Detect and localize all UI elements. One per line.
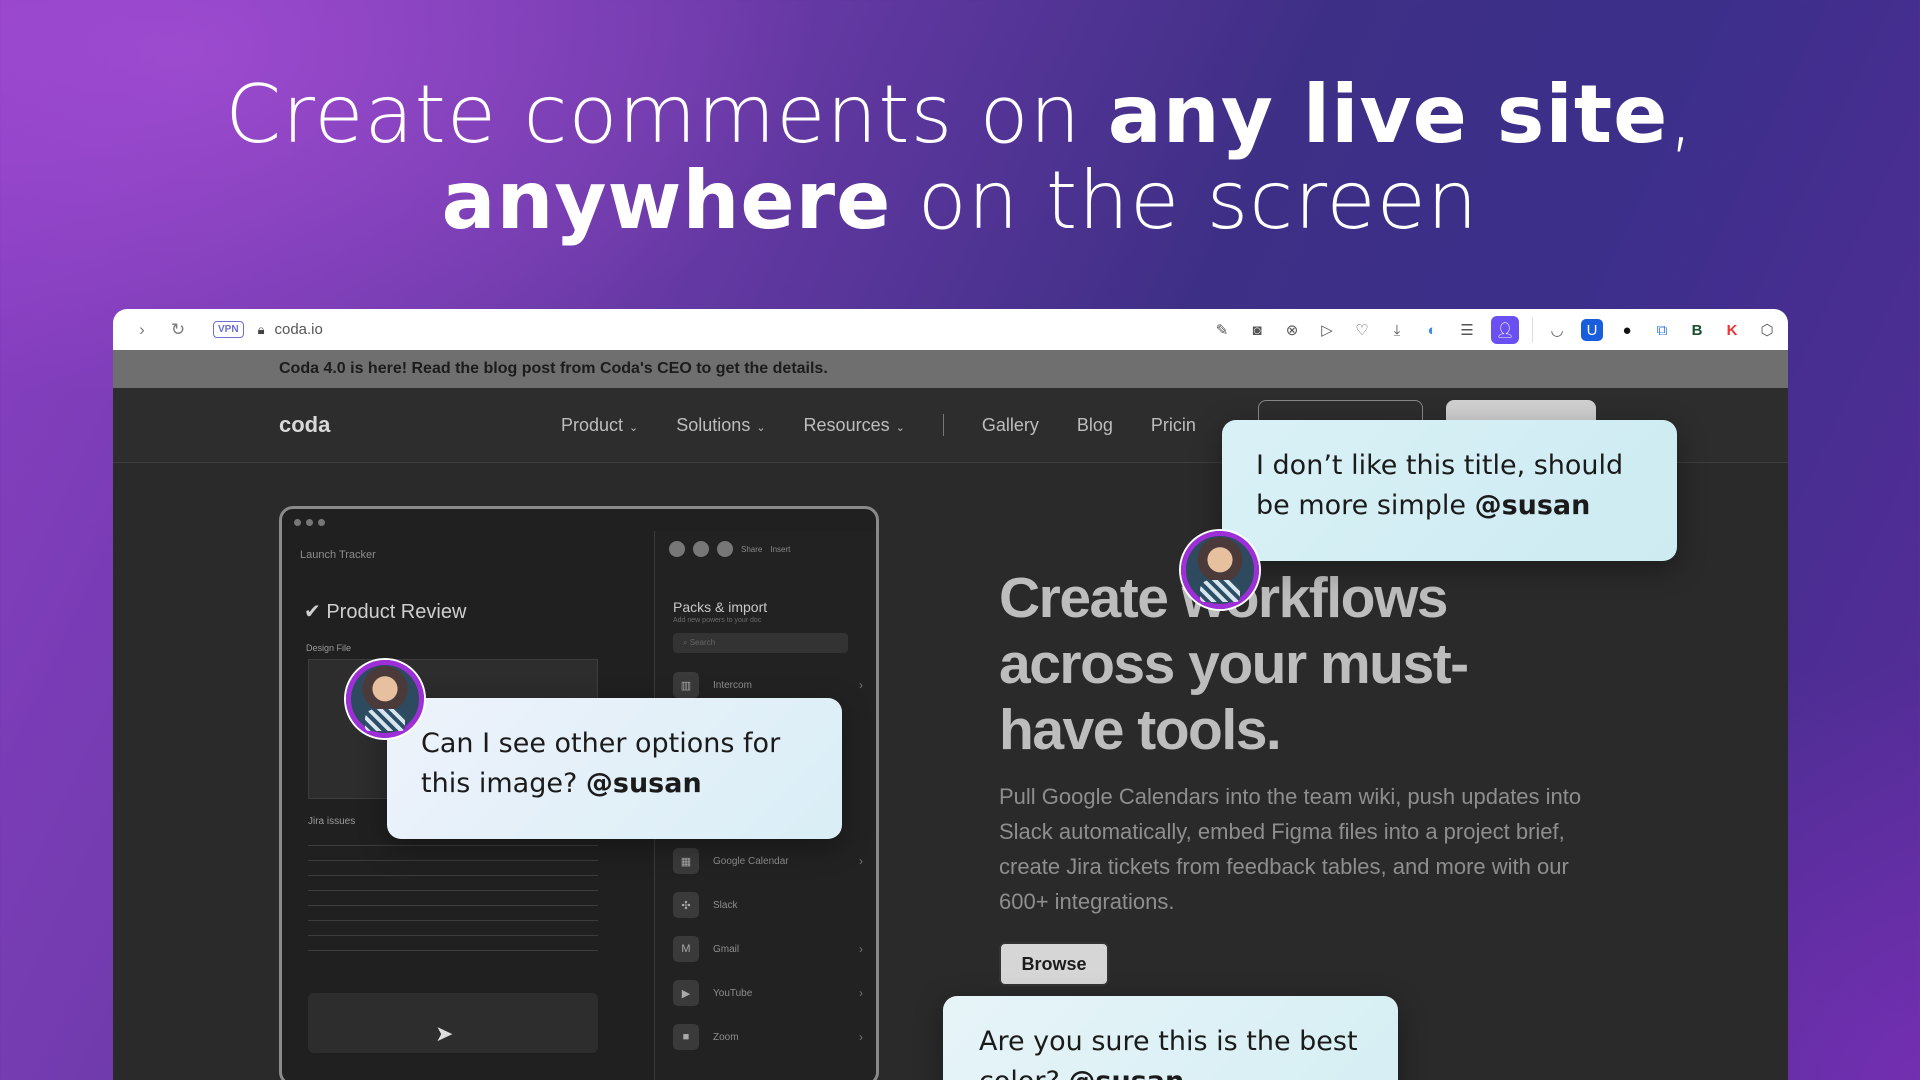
table-row bbox=[308, 891, 598, 906]
menu-icon[interactable]: ☰ bbox=[1456, 319, 1478, 341]
edit-icon[interactable]: ✎ bbox=[1211, 319, 1233, 341]
hero-description: Pull Google Calendars into the team wiki… bbox=[999, 784, 1582, 914]
toggle-icon[interactable]: ◐ bbox=[1421, 319, 1443, 341]
packs-subtitle: Add new powers to your doc bbox=[673, 617, 762, 624]
browse-button[interactable]: Browse bbox=[999, 942, 1109, 986]
circle-icon[interactable]: ● bbox=[1616, 319, 1638, 341]
download-icon[interactable]: ⤓ bbox=[1386, 319, 1408, 341]
doc-breadcrumb: Launch Tracker bbox=[300, 549, 376, 561]
pack-youtube[interactable]: ▶ YouTube › bbox=[673, 971, 863, 1015]
heart-icon[interactable]: ♡ bbox=[1351, 319, 1373, 341]
table-row bbox=[308, 906, 598, 921]
forward-icon[interactable]: › bbox=[131, 320, 153, 340]
reload-icon[interactable]: ↻ bbox=[167, 320, 189, 340]
avatar bbox=[717, 541, 733, 557]
comment-mention[interactable]: @susan bbox=[1475, 490, 1591, 521]
nav-divider bbox=[942, 414, 944, 436]
translate-icon[interactable]: ⧉ bbox=[1651, 319, 1673, 341]
packs-title: Packs & import bbox=[673, 599, 768, 615]
table-row bbox=[308, 846, 598, 861]
design-file-label: Design File bbox=[306, 643, 352, 653]
packs-search-input[interactable]: ⌕ Search bbox=[673, 633, 848, 653]
intercom-icon: ▥ bbox=[673, 672, 699, 698]
commenter-avatar[interactable] bbox=[346, 660, 424, 738]
calendar-icon: ▦ bbox=[673, 848, 699, 874]
share-button[interactable]: Share bbox=[741, 545, 762, 554]
address-bar[interactable]: coda.io bbox=[274, 321, 322, 338]
nav-resources[interactable]: Resources ⌄ bbox=[804, 415, 905, 436]
pack-slack[interactable]: ✣ Slack bbox=[673, 883, 863, 927]
window-dots bbox=[294, 519, 325, 526]
nav-blog[interactable]: Blog bbox=[1077, 415, 1113, 436]
jira-table bbox=[308, 831, 598, 951]
doc-title: ✔ Product Review bbox=[304, 601, 467, 623]
lock-icon: 🔒︎ bbox=[257, 321, 265, 337]
vpn-badge[interactable]: VPN bbox=[213, 321, 244, 338]
nav-gallery[interactable]: Gallery bbox=[982, 415, 1039, 436]
camera-icon[interactable]: ◙ bbox=[1246, 319, 1268, 341]
slack-icon: ✣ bbox=[673, 892, 699, 918]
avatar bbox=[693, 541, 709, 557]
comment-bubble[interactable]: I don’t like this title, should be more … bbox=[1222, 420, 1677, 561]
table-row bbox=[308, 861, 598, 876]
cursor-icon: ➤ bbox=[435, 1021, 454, 1046]
insert-button[interactable]: Insert bbox=[770, 545, 790, 554]
profile-icon[interactable]: 👤︎ bbox=[1491, 316, 1519, 344]
b-icon[interactable]: B bbox=[1686, 319, 1708, 341]
zoom-icon: ■ bbox=[673, 1024, 699, 1050]
table-row bbox=[308, 921, 598, 936]
pack-zoom[interactable]: ■ Zoom › bbox=[673, 1015, 863, 1059]
comment-mention[interactable]: @susan bbox=[1068, 1066, 1184, 1080]
youtube-icon: ▶ bbox=[673, 980, 699, 1006]
comment-bubble[interactable]: Can I see other options for this image? … bbox=[387, 698, 842, 839]
nav-pricing[interactable]: Pricin bbox=[1151, 415, 1196, 436]
comment-bubble[interactable]: Are you sure this is the best color? @su… bbox=[943, 996, 1398, 1080]
bitwarden-icon[interactable]: U bbox=[1581, 319, 1603, 341]
browser-toolbar: › ↻ VPN 🔒︎ coda.io ✎ ◙ ⊗ ▷ ♡ ⤓ ◐ ☰ 👤︎ ◡ … bbox=[113, 309, 1788, 350]
cube-icon[interactable]: ⬡ bbox=[1756, 319, 1778, 341]
toolbar-divider bbox=[1532, 317, 1533, 343]
pack-gmail[interactable]: M Gmail › bbox=[673, 927, 863, 971]
k-icon[interactable]: K bbox=[1721, 319, 1743, 341]
pack-google-calendar[interactable]: ▦ Google Calendar › bbox=[673, 839, 863, 883]
gmail-icon: M bbox=[673, 936, 699, 962]
nav-solutions[interactable]: Solutions ⌄ bbox=[676, 415, 765, 436]
extensions-bar: ✎ ◙ ⊗ ▷ ♡ ⤓ ◐ ☰ 👤︎ ◡ U ● ⧉ B K ⬡ bbox=[1211, 316, 1778, 344]
shield-icon[interactable]: ⊗ bbox=[1281, 319, 1303, 341]
play-icon[interactable]: ▷ bbox=[1316, 319, 1338, 341]
commenter-avatar[interactable] bbox=[1181, 531, 1259, 609]
jira-label: Jira issues bbox=[308, 816, 356, 827]
avatar bbox=[669, 541, 685, 557]
nav-product[interactable]: Product ⌄ bbox=[561, 415, 638, 436]
hero-title: Create workflows across your must-have t… bbox=[999, 566, 1469, 762]
headline: Create comments on any live site, anywhe… bbox=[225, 68, 1695, 247]
table-row bbox=[308, 876, 598, 891]
announcement-banner[interactable]: Coda 4.0 is here! Read the blog post fro… bbox=[113, 350, 1788, 388]
pocket-icon[interactable]: ◡ bbox=[1546, 319, 1568, 341]
collab-header: Share Insert bbox=[669, 541, 790, 557]
coda-logo[interactable]: coda bbox=[279, 412, 330, 438]
table-row bbox=[308, 936, 598, 951]
comment-mention[interactable]: @susan bbox=[586, 768, 702, 799]
